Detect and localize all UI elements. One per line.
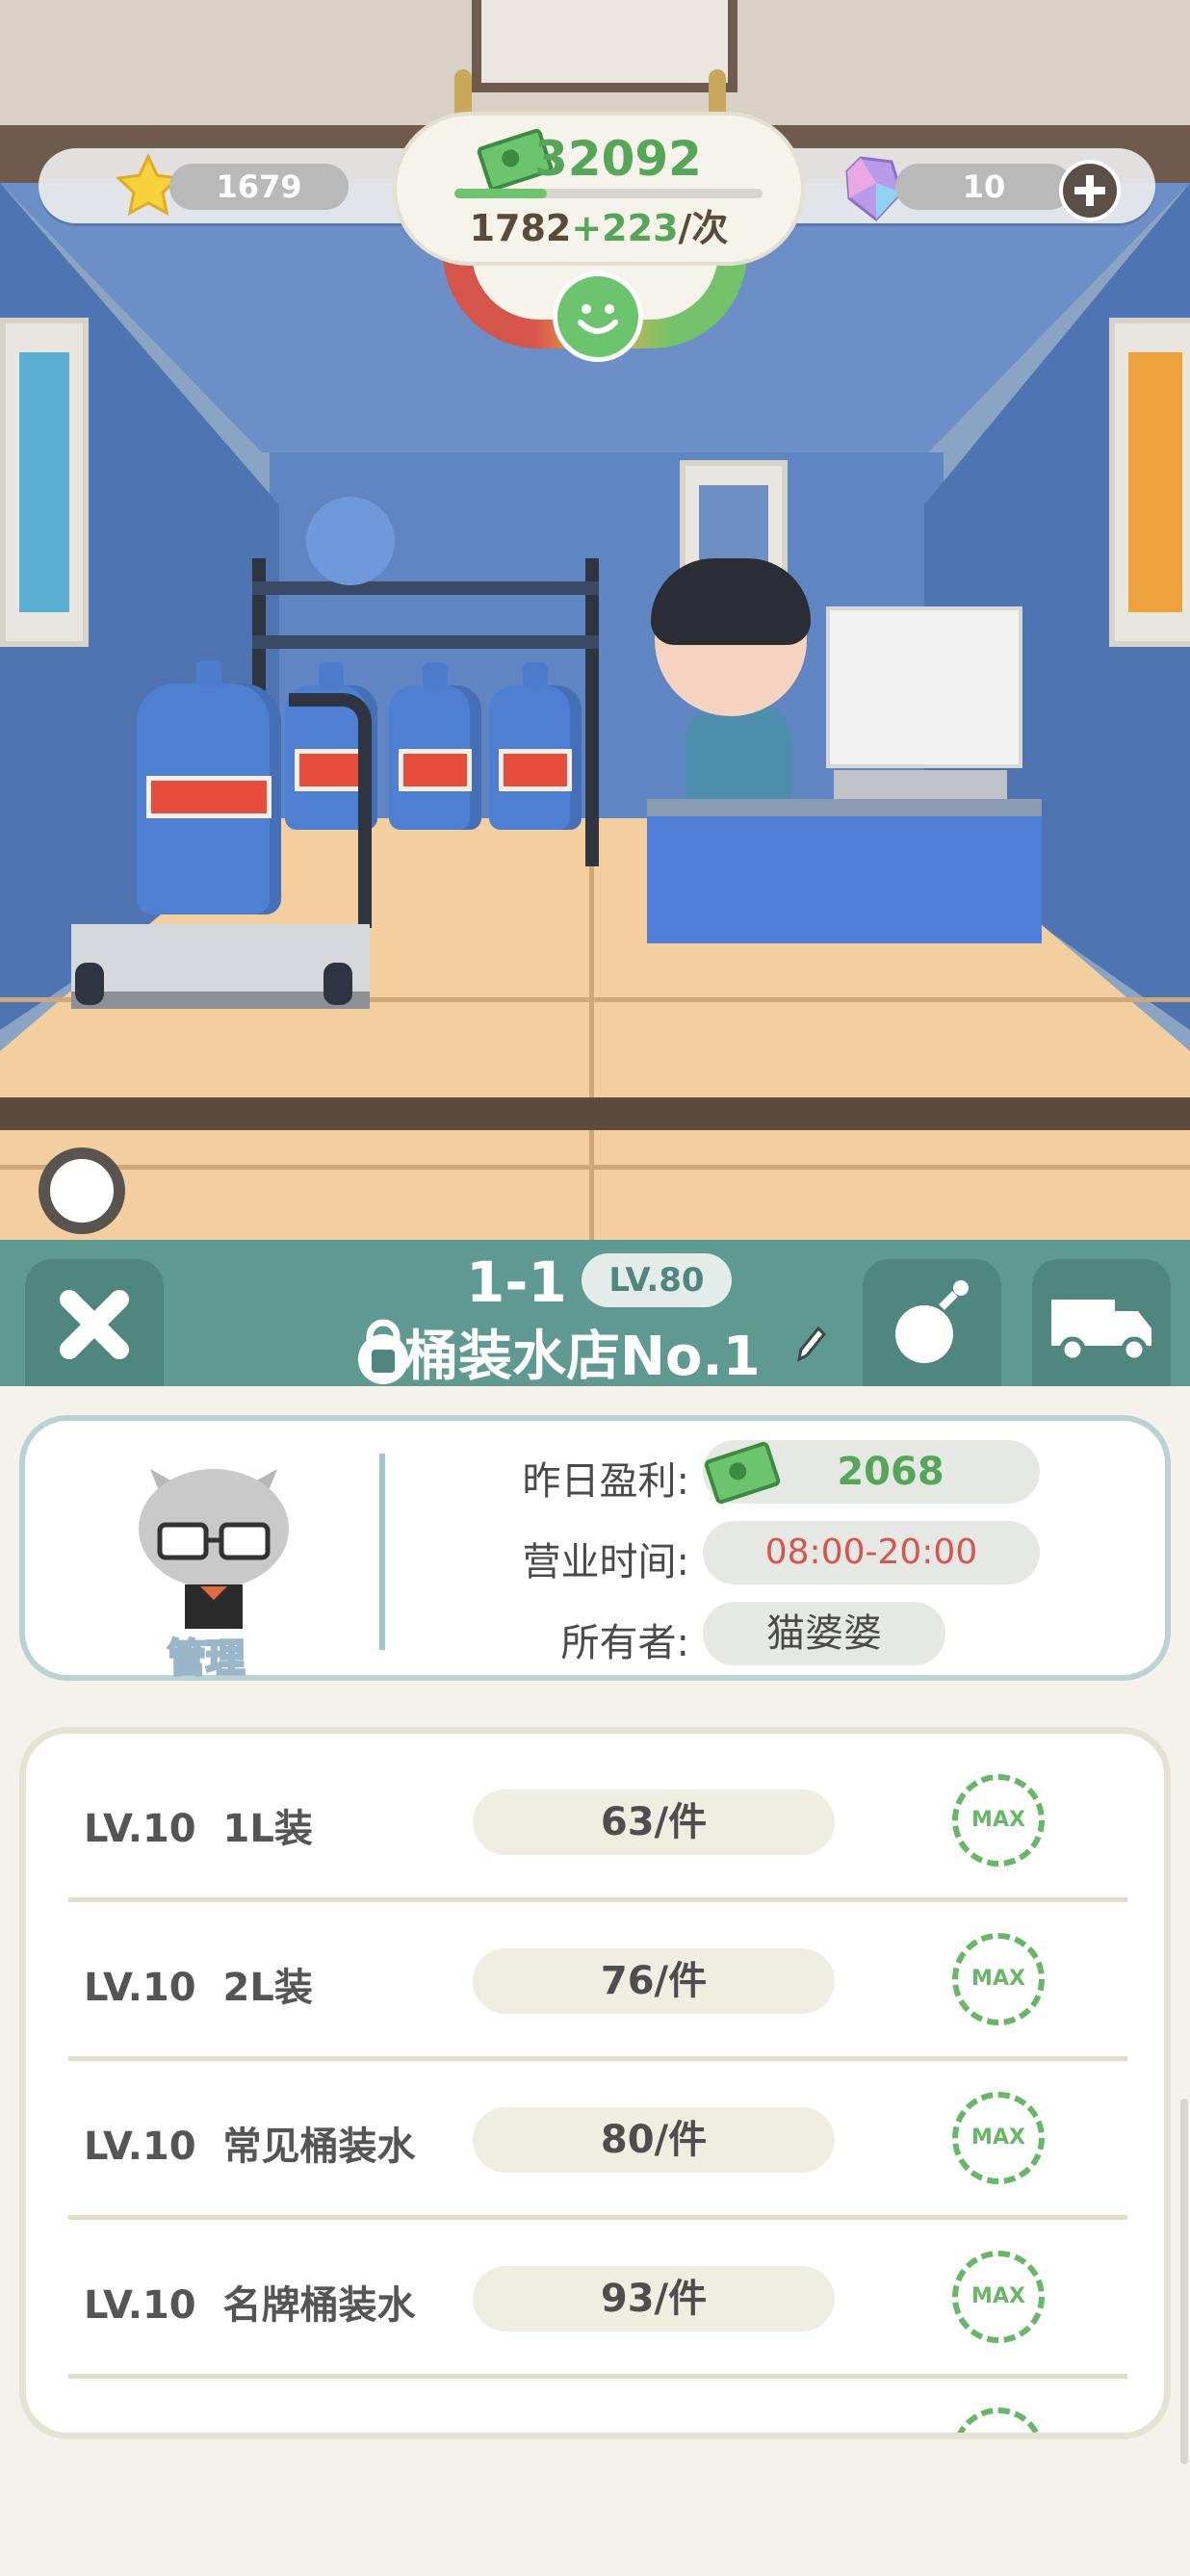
product-level: LV.10 [84, 1807, 196, 1851]
bomb-button[interactable] [863, 1259, 1001, 1386]
product-level: LV.10 [84, 1966, 196, 2010]
shop-counter [647, 799, 1042, 943]
cart-wheel [75, 963, 104, 1005]
max-upgrade-badge[interactable]: MAX [952, 2251, 1045, 2343]
owner-label: 所有者: [560, 1621, 689, 1665]
money-progress-fill [454, 189, 547, 198]
add-gems-button[interactable] [1059, 160, 1121, 221]
manager-label: 管理 [167, 1636, 246, 1683]
max-upgrade-badge[interactable]: MAX [952, 1933, 1045, 2025]
product-level: LV.10 [84, 2125, 196, 2169]
bomb-icon [895, 1280, 969, 1363]
shop-level-badge: LV.80 [582, 1253, 732, 1307]
cart-handle [289, 693, 372, 928]
shop-level-id: 1-1 [466, 1249, 567, 1315]
big-water-bottle [137, 660, 281, 914]
product-price: 63/件 [473, 1790, 835, 1855]
product-title: 名牌桶装水 [222, 2283, 416, 2328]
pencil-icon [796, 1326, 827, 1362]
rate-bonus: +223 [571, 207, 679, 249]
money-value: 32092 [534, 131, 702, 187]
money-panel: 32092 1782+223/次 [393, 112, 805, 266]
front-beam [0, 1097, 1190, 1130]
plus-icon [1074, 175, 1105, 206]
shopkeeper-body [686, 703, 791, 809]
max-upgrade-badge[interactable]: MAX [952, 1774, 1045, 1867]
rate-unit: /次 [678, 207, 729, 249]
shopkeeper-hair [651, 558, 811, 645]
row-divider [68, 2374, 1127, 2379]
product-name: LV.10 常见桶装水 [84, 2115, 416, 2171]
smiley-icon [553, 271, 643, 362]
max-upgrade-badge[interactable]: MAX [952, 2092, 1045, 2184]
gems-value: 10 [962, 168, 1006, 205]
stars-counter: 1679 [169, 164, 349, 210]
product-price: 80/件 [473, 2107, 835, 2173]
product-title: 常见桶装水 [222, 2125, 416, 2169]
list-item: LV.10 2L装 76/件 MAX [26, 1902, 1164, 2061]
cart-wheel [323, 963, 352, 1005]
truck-icon [1051, 1300, 1151, 1363]
delivery-button[interactable] [1032, 1259, 1171, 1386]
cat-manager-icon [139, 1469, 289, 1629]
floor-grout [0, 1165, 1190, 1170]
product-list: LV.10 1L装 63/件 MAX LV.10 2L装 76/件 MAX LV… [19, 1727, 1171, 2439]
shop-info-card: 管理 昨日盈利: 2068 营业时间: 08:00-20:00 所有者: 猫婆婆 [19, 1415, 1171, 1683]
profit-value: 2068 [837, 1450, 944, 1494]
product-price: 76/件 [473, 1948, 835, 2014]
gems-counter: 10 [895, 164, 1073, 210]
rate-base: 1782 [469, 207, 572, 249]
right-wall-poster [1109, 318, 1190, 647]
money-progress-track [454, 189, 763, 198]
shelf-board [252, 635, 599, 649]
manager-cat-avatar[interactable] [127, 1440, 300, 1633]
product-name: LV.10 1L装 [84, 1797, 313, 1853]
close-button[interactable] [25, 1259, 164, 1386]
hours-label: 营业时间: [522, 1540, 689, 1584]
list-item: LV.10 1L装 63/件 MAX [26, 1743, 1164, 1902]
computer-monitor [826, 606, 1022, 768]
profit-label: 昨日盈利: [522, 1459, 689, 1504]
list-item: LV.10 名牌桶装水 93/件 MAX [26, 2220, 1164, 2379]
ceiling-lamp [472, 0, 737, 92]
water-bottle [389, 662, 481, 830]
product-level: LV.10 [84, 2283, 196, 2328]
joystick-button[interactable] [39, 1147, 125, 1234]
bottle-on-shelf [306, 497, 395, 585]
owner-value: 猫婆婆 [703, 1602, 945, 1665]
product-name: LV.10 名牌桶装水 [84, 2274, 416, 2330]
water-bottle [489, 662, 582, 830]
edit-name-button[interactable] [791, 1323, 828, 1367]
partial-badge [952, 2408, 1045, 2433]
left-wall-poster [0, 318, 89, 647]
product-title: 2L装 [222, 1966, 313, 2010]
stars-value: 1679 [216, 168, 302, 205]
list-item: LV.10 常见桶装水 80/件 MAX [26, 2061, 1164, 2220]
shelf-post [585, 558, 599, 866]
shelf-board [252, 581, 599, 595]
product-title: 1L装 [222, 1807, 313, 1851]
hours-value: 08:00-20:00 [703, 1521, 1040, 1584]
info-divider [379, 1454, 385, 1650]
product-price: 93/件 [473, 2266, 835, 2331]
list-scrollbar[interactable] [1180, 2099, 1188, 2464]
product-name: LV.10 2L装 [84, 1956, 313, 2012]
shop-name: 桶装水店No.1 [404, 1326, 761, 1388]
close-icon [60, 1290, 129, 1359]
income-rate: 1782+223/次 [397, 198, 801, 251]
floor-grout [589, 818, 594, 1242]
